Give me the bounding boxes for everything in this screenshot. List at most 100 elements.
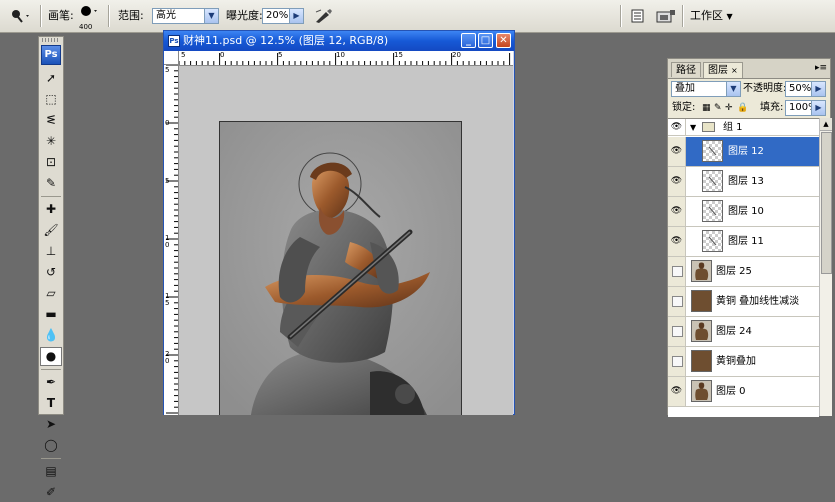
palette-well-icon[interactable] xyxy=(630,8,646,24)
brush-preset-picker[interactable]: 400 xyxy=(78,4,98,31)
marquee-tool-icon[interactable]: ⬚ xyxy=(40,90,62,109)
ruler-origin[interactable] xyxy=(164,51,179,65)
document-titlebar[interactable]: Ps 财神11.psd @ 12.5% (图层 12, RGB/8) _ □ ✕ xyxy=(164,31,514,51)
layers-scrollbar[interactable]: ▲ xyxy=(819,118,832,416)
visibility-toggle[interactable] xyxy=(668,347,686,376)
fill-input[interactable]: 100% ▶ xyxy=(785,100,826,116)
visibility-checkbox[interactable] xyxy=(672,326,683,337)
layer-thumbnail xyxy=(691,320,712,342)
tab-paths[interactable]: 路径 xyxy=(671,62,701,77)
type-tool-icon[interactable]: T xyxy=(40,394,62,413)
opacity-input[interactable]: 50% ▶ xyxy=(785,81,826,97)
blur-tool-icon[interactable]: 💧 xyxy=(40,326,62,345)
eye-icon[interactable]: 👁 xyxy=(668,119,686,136)
toolbox-grip[interactable] xyxy=(42,38,60,42)
lasso-tool-icon[interactable]: ᓬ xyxy=(40,111,62,130)
healing-brush-tool-icon[interactable]: ✚ xyxy=(40,200,62,219)
pen-tool-icon[interactable]: ✒ xyxy=(40,373,62,392)
layer-thumbnail xyxy=(702,140,723,162)
minimize-button[interactable]: _ xyxy=(461,33,476,48)
layer-group-row[interactable]: 👁 ▼ 组 1 xyxy=(668,119,819,136)
range-value: 高光 xyxy=(156,10,176,21)
notes-tool-icon[interactable]: ▤ xyxy=(40,462,62,481)
expand-triangle-icon[interactable]: ▼ xyxy=(690,119,696,136)
visibility-toggle[interactable] xyxy=(668,257,686,286)
layer-name: 图层 12 xyxy=(728,146,764,157)
layer-row[interactable]: 黄铜叠加 xyxy=(668,347,819,377)
arrow-right-icon[interactable]: ▶ xyxy=(289,9,303,23)
layer-row[interactable]: 黄铜 叠加线性减淡 xyxy=(668,287,819,317)
layer-row[interactable]: 👁 图层 0 xyxy=(668,377,819,407)
ruler-label: 15 xyxy=(394,51,403,59)
panel-menu-icon[interactable]: ▸≡ xyxy=(815,63,827,73)
exposure-value: 20% xyxy=(266,10,289,21)
lock-all-icon[interactable]: 🔒 xyxy=(737,99,748,117)
range-select[interactable]: 高光 ▼ xyxy=(152,8,219,24)
document-window[interactable]: Ps 财神11.psd @ 12.5% (图层 12, RGB/8) _ □ ✕… xyxy=(163,30,515,415)
document-title: 财神11.psd @ 12.5% (图层 12, RGB/8) xyxy=(183,34,389,47)
eye-icon[interactable]: 👁 xyxy=(668,377,686,406)
shape-tool-icon[interactable]: ◯ xyxy=(40,436,62,455)
history-brush-tool-icon[interactable]: ↺ xyxy=(40,263,62,282)
layer-row[interactable]: 图层 24 xyxy=(668,317,819,347)
visibility-checkbox[interactable] xyxy=(672,296,683,307)
ruler-label: 5 xyxy=(165,177,170,185)
maximize-button[interactable]: □ xyxy=(478,33,493,48)
chevron-down-icon: ▼ xyxy=(726,12,733,21)
gradient-tool-icon[interactable]: ▬ xyxy=(40,305,62,324)
eyedropper-tool-icon[interactable]: ✎ xyxy=(40,174,62,193)
visibility-checkbox[interactable] xyxy=(672,356,683,367)
magic-wand-tool-icon[interactable]: ✳ xyxy=(40,132,62,151)
eye-icon[interactable]: 👁 xyxy=(668,197,686,226)
visibility-toggle[interactable] xyxy=(668,317,686,346)
visibility-checkbox[interactable] xyxy=(672,266,683,277)
layer-row[interactable]: 👁 图层 10 xyxy=(668,197,819,227)
layer-name: 黄铜 叠加线性减淡 xyxy=(716,296,800,307)
lock-row: 锁定: ▦ ✎ ✛ 🔒 填充: 100% ▶ xyxy=(668,99,830,117)
arrow-right-icon[interactable]: ▶ xyxy=(811,101,825,115)
eye-icon[interactable]: 👁 xyxy=(668,167,686,196)
layer-row[interactable]: 👁 图层 12 xyxy=(668,137,819,167)
crop-tool-icon[interactable]: ⊡ xyxy=(40,153,62,172)
visibility-toggle[interactable] xyxy=(668,287,686,316)
eye-icon[interactable]: 👁 xyxy=(668,137,686,166)
ruler-label: 2 0 xyxy=(165,350,170,365)
eye-icon[interactable]: 👁 xyxy=(668,227,686,256)
caishen-artwork xyxy=(220,122,461,415)
vertical-ruler[interactable]: 5 0 5 1 0 1 5 2 0 xyxy=(164,65,179,415)
clone-stamp-tool-icon[interactable]: ⊥ xyxy=(40,242,62,261)
lock-image-icon[interactable]: ✎ xyxy=(714,99,722,117)
layer-row[interactable]: 👁 图层 13 xyxy=(668,167,819,197)
document-canvas[interactable] xyxy=(219,121,462,415)
brush-tool-icon[interactable]: 🖌 xyxy=(40,221,62,240)
blend-mode-select[interactable]: 叠加 ▼ xyxy=(671,81,741,97)
path-selection-tool-icon[interactable]: ➤ xyxy=(40,415,62,434)
layer-name: 图层 25 xyxy=(716,266,752,277)
arrow-right-icon[interactable]: ▶ xyxy=(811,82,825,96)
workspace-menu[interactable]: 工作区 ▼ xyxy=(690,8,733,24)
lock-transparent-icon[interactable]: ▦ xyxy=(702,99,711,117)
photoshop-logo-icon: Ps xyxy=(41,45,61,65)
close-button[interactable]: ✕ xyxy=(496,33,511,48)
layer-row[interactable]: 👁 图层 11 xyxy=(668,227,819,257)
scroll-up-icon[interactable]: ▲ xyxy=(820,118,832,131)
close-icon[interactable]: × xyxy=(731,66,738,75)
dodge-tool-icon[interactable] xyxy=(10,8,32,24)
exposure-input[interactable]: 20% ▶ xyxy=(262,8,304,24)
tab-layers[interactable]: 图层 × xyxy=(703,62,743,78)
layer-row[interactable]: 图层 25 xyxy=(668,257,819,287)
airbrush-icon[interactable] xyxy=(314,8,334,24)
color-sampler-tool-icon[interactable]: ✐ xyxy=(40,483,62,502)
canvas-area[interactable] xyxy=(179,66,513,415)
move-tool-icon[interactable]: ➚ xyxy=(40,69,62,88)
layer-thumbnail xyxy=(691,350,712,372)
exposure-label: 曝光度: xyxy=(226,9,263,22)
scroll-thumb[interactable] xyxy=(821,132,832,274)
go-to-bridge-icon[interactable] xyxy=(655,8,677,24)
dodge-tool-icon[interactable]: ● xyxy=(40,347,62,366)
layer-thumbnail xyxy=(691,290,712,312)
folder-icon xyxy=(702,122,715,132)
horizontal-ruler[interactable]: 5 0 5 10 15 20 xyxy=(179,51,513,66)
eraser-tool-icon[interactable]: ▱ xyxy=(40,284,62,303)
lock-position-icon[interactable]: ✛ xyxy=(725,99,733,117)
